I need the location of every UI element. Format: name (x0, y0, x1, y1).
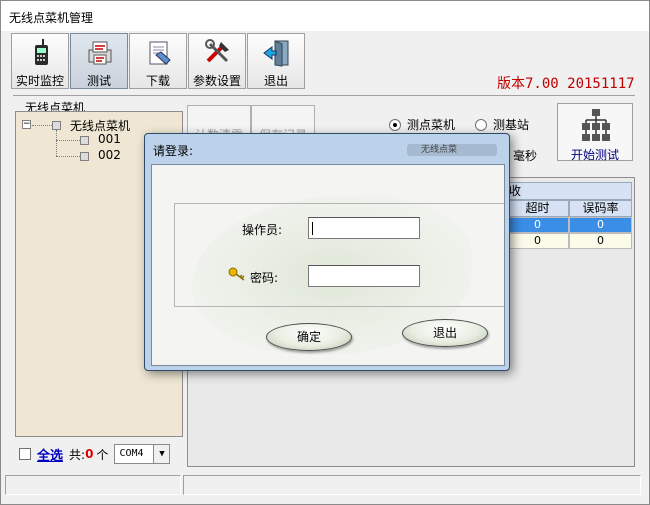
table-cell: 0 (569, 217, 632, 233)
exit-button[interactable]: 退出 (247, 33, 305, 89)
tree-item-002[interactable]: 002 (98, 148, 121, 162)
port-select[interactable]: COM4 ▼ (114, 444, 171, 464)
window-title: 无线点菜机管理 (9, 11, 94, 25)
chevron-down-icon[interactable]: ▼ (153, 445, 170, 463)
divider (13, 95, 635, 96)
table-cell: 0 (506, 233, 569, 249)
title-bar: 无线点菜机管理 (1, 1, 649, 31)
radio-label: 测基站 (493, 118, 530, 132)
table-cell: 0 (506, 217, 569, 233)
version-label: 版本7.00 20151117 (497, 76, 635, 92)
cancel-button[interactable]: 退出 (402, 319, 488, 347)
dialog-title: 请登录: (153, 144, 194, 158)
folder-icon (52, 121, 61, 130)
status-pane (5, 475, 181, 495)
ok-button[interactable]: 确定 (266, 323, 352, 351)
tree-connector (32, 125, 52, 126)
radio-test-terminal[interactable]: 测点菜机 (389, 116, 455, 133)
tree-connector (56, 156, 80, 157)
selection-bar: 全选 共: 0 个 COM4 ▼ (15, 441, 183, 467)
network-tree-icon (582, 109, 610, 141)
radio-dot-icon (475, 118, 487, 131)
table-cell: 0 (569, 233, 632, 249)
toolbar: 实时监控 测试 下载 参数设置 退出 (11, 33, 306, 89)
tools-icon (205, 39, 229, 63)
password-input[interactable] (308, 265, 420, 287)
start-test-label: 开始测试 (570, 148, 619, 162)
realtime-monitor-button[interactable]: 实时监控 (11, 33, 69, 89)
device-icon (80, 152, 89, 161)
start-test-button[interactable]: 开始测试 (557, 103, 633, 162)
radio-test-base[interactable]: 测基站 (475, 116, 529, 133)
count-prefix: 共: (69, 447, 86, 462)
table-row[interactable]: 0 0 (506, 233, 632, 249)
test-button[interactable]: 测试 (70, 33, 128, 89)
ms-label: 毫秒 (513, 149, 538, 163)
dialog-body: 操作员: 密码: 确定 退出 (151, 164, 505, 366)
collapse-toggle-icon[interactable]: − (22, 120, 31, 129)
tree-item-001[interactable]: 001 (98, 132, 121, 146)
text-caret (312, 222, 313, 235)
download-document-icon (149, 41, 171, 65)
radio-label: 测点菜机 (407, 118, 456, 132)
settings-button[interactable]: 参数设置 (188, 33, 246, 89)
toolbar-label: 实时监控 (15, 74, 64, 88)
grid-column-headers: 超时 误码率 (506, 200, 632, 217)
tree-connector (56, 130, 57, 156)
count-suffix: 个 (96, 447, 109, 462)
handheld-device-icon (35, 39, 48, 65)
login-dialog: 请登录: 无线点菜 操作员: 密码: 确定 退出 (144, 133, 510, 371)
key-icon (228, 267, 245, 281)
toolbar-label: 下载 (145, 74, 170, 88)
select-all-checkbox[interactable] (19, 448, 31, 460)
column-header[interactable]: 超时 (506, 200, 569, 217)
blurred-background-text: 无线点菜 (407, 144, 497, 156)
table-row[interactable]: 0 0 (506, 217, 632, 233)
status-pane (183, 475, 641, 495)
grid-header: 收 (506, 182, 632, 200)
toolbar-label: 测试 (86, 74, 111, 88)
main-window: 无线点菜机管理 实时监控 测试 下载 参数设置 退出 版本7.00 201511… (0, 0, 650, 505)
toolbar-label: 参数设置 (192, 74, 241, 88)
status-bar (5, 475, 645, 497)
exit-door-icon (263, 40, 289, 67)
tree-connector (56, 140, 80, 141)
download-button[interactable]: 下载 (129, 33, 187, 89)
operator-input[interactable] (308, 217, 420, 239)
printer-test-icon (88, 41, 112, 65)
operator-label: 操作员: (242, 223, 283, 237)
toolbar-label: 退出 (263, 74, 288, 88)
password-label: 密码: (250, 271, 279, 285)
device-icon (80, 136, 89, 145)
select-all-label[interactable]: 全选 (37, 445, 63, 464)
selected-count: 0 (85, 447, 94, 461)
port-value: COM4 (119, 448, 144, 459)
column-header[interactable]: 误码率 (569, 200, 632, 217)
radio-dot-icon (389, 118, 401, 131)
